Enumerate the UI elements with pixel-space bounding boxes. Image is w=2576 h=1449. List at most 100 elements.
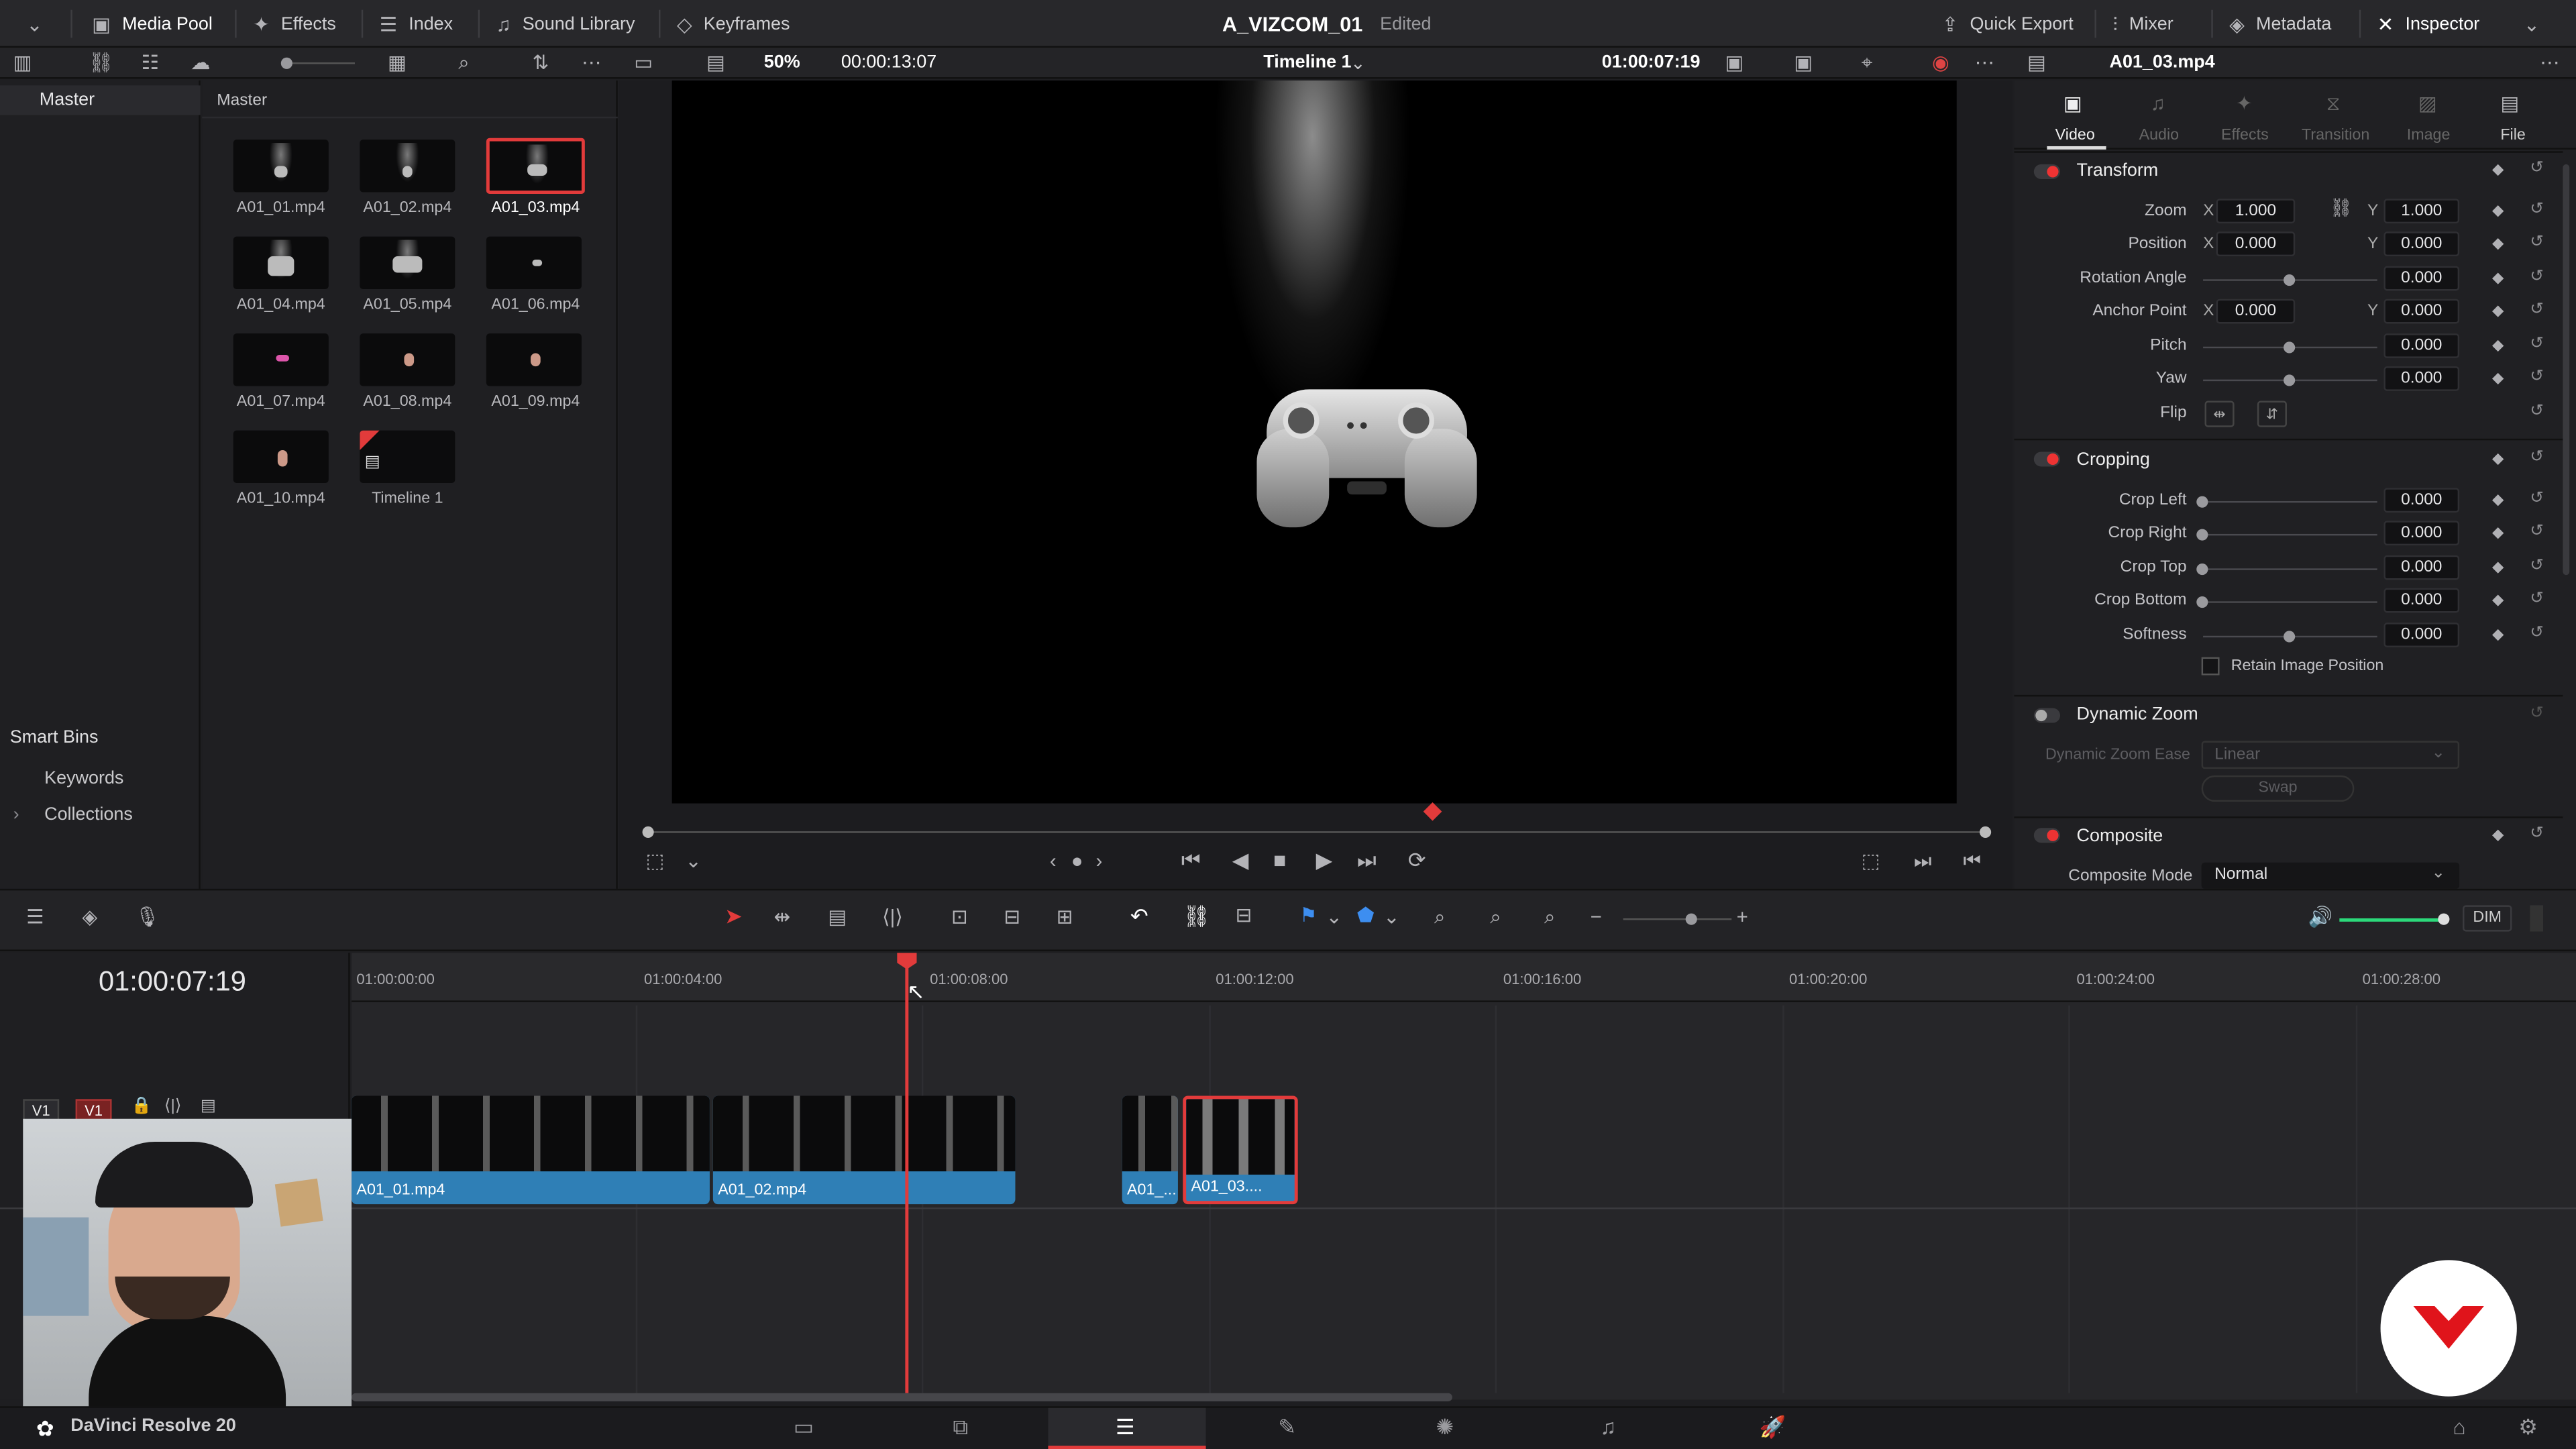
reset-icon[interactable]: ↺ — [2530, 201, 2544, 219]
auto-select-icon[interactable]: ⟨|⟩ — [164, 1098, 181, 1115]
dim-button[interactable]: DIM — [2463, 905, 2512, 932]
zoom-out-icon[interactable]: − — [1591, 907, 1602, 926]
viewer-playhead[interactable] — [1423, 802, 1442, 821]
timeline-playhead[interactable] — [905, 966, 909, 1393]
blade-tool-icon[interactable]: ⟨|⟩ — [882, 907, 903, 926]
viewer-layout-icon[interactable]: ▭ — [634, 52, 653, 72]
fairlight-page-icon[interactable]: ♫ — [1600, 1415, 1616, 1440]
reset-icon[interactable]: ↺ — [2530, 557, 2544, 575]
zoom-detail-icon[interactable]: ⌕ — [1490, 907, 1501, 926]
dual-viewer-icon[interactable]: ▤ — [706, 52, 725, 72]
search-icon[interactable]: ⌕ — [458, 52, 469, 72]
track-tools-icon[interactable]: ◈ — [82, 907, 97, 926]
timeline-clip-selected[interactable]: A01_03.... — [1183, 1095, 1298, 1205]
lock-icon[interactable]: 🔒 — [131, 1098, 152, 1115]
cut-page-icon[interactable]: ⧉ — [953, 1415, 968, 1441]
reset-icon[interactable]: ↺ — [2530, 335, 2544, 354]
play-icon[interactable]: ▶ — [1316, 849, 1332, 871]
overwrite-clip-icon[interactable]: ⊟ — [1004, 907, 1020, 926]
link-icon[interactable]: ⛓ — [89, 52, 113, 72]
position-x-field[interactable]: 0.000 — [2216, 231, 2296, 257]
snapping-icon[interactable]: ↶ — [1130, 905, 1148, 926]
viewer-zoom[interactable]: 50% — [764, 52, 800, 72]
grid-view-icon[interactable]: ▦ — [388, 52, 407, 72]
effects-button[interactable]: ✦ Effects — [253, 0, 336, 48]
rotation-field[interactable]: 0.000 — [2383, 266, 2460, 291]
viewer-canvas[interactable] — [672, 80, 1957, 804]
crop-right-slider[interactable] — [2203, 533, 2377, 536]
captions-icon[interactable]: ☷ — [142, 52, 159, 72]
chevron-down-icon[interactable]: ⌄ — [1383, 907, 1400, 926]
reset-icon[interactable]: ↺ — [2530, 368, 2544, 386]
smart-bin-collections[interactable]: Collections — [44, 805, 133, 824]
track-view-icon[interactable]: ▤ — [201, 1098, 216, 1115]
position-y-field[interactable]: 0.000 — [2383, 231, 2460, 257]
crop-right-field[interactable]: 0.000 — [2383, 521, 2460, 546]
reset-icon[interactable]: ↺ — [2530, 449, 2544, 467]
inspector-button[interactable]: ✕ Inspector — [2377, 0, 2480, 48]
dynamic-trim-icon[interactable]: ▤ — [828, 907, 847, 926]
safe-area-icon[interactable]: ▣ — [1725, 52, 1743, 72]
timeline-clip[interactable]: A01_01.mp4 — [352, 1095, 710, 1205]
crop-bottom-field[interactable]: 0.000 — [2383, 588, 2460, 613]
marker-icon[interactable]: ⬟ — [1357, 905, 1375, 924]
reset-icon[interactable]: ↺ — [2530, 490, 2544, 508]
stop-icon[interactable]: ■ — [1273, 849, 1286, 871]
composite-toggle[interactable] — [2033, 828, 2061, 843]
zoom-full-icon[interactable]: ⌕ — [1434, 907, 1445, 926]
home-icon[interactable]: ⌂ — [2453, 1415, 2465, 1440]
pitch-field[interactable]: 0.000 — [2383, 333, 2460, 358]
timeline-zoom-slider[interactable] — [1623, 918, 1732, 920]
smart-bin-keywords[interactable]: Keywords — [44, 769, 123, 788]
reset-icon[interactable]: ↺ — [2530, 268, 2544, 286]
yaw-field[interactable]: 0.000 — [2383, 366, 2460, 391]
crop-left-field[interactable]: 0.000 — [2383, 488, 2460, 513]
timeline-options-icon[interactable]: ☰ — [26, 907, 44, 926]
flip-horizontal-icon[interactable]: ⇹ — [2204, 400, 2235, 427]
crop-top-field[interactable]: 0.000 — [2383, 555, 2460, 580]
timeline-clip[interactable]: A01_... — [1122, 1095, 1178, 1205]
media-pool-button[interactable]: ▣ Media Pool — [92, 0, 213, 48]
insert-clip-icon[interactable]: ⊡ — [951, 907, 968, 926]
sort-icon[interactable]: ⇅ — [532, 52, 549, 72]
link-icon[interactable]: ⛓ — [2330, 200, 2353, 219]
timeline-selector[interactable]: Timeline 1 — [1263, 52, 1351, 72]
crop-top-slider[interactable] — [2203, 568, 2377, 570]
jog-dot-icon[interactable]: ● — [1071, 851, 1083, 871]
flag-icon[interactable]: ⚑ — [1299, 905, 1317, 924]
reset-icon[interactable]: ↺ — [2530, 301, 2544, 319]
anchor-x-field[interactable]: 0.000 — [2216, 299, 2296, 324]
reset-icon[interactable]: ↺ — [2530, 233, 2544, 252]
flip-vertical-icon[interactable]: ⇵ — [2257, 400, 2287, 427]
volume-slider[interactable] — [2339, 918, 2445, 922]
chevron-down-icon[interactable]: ⌄ — [1326, 907, 1342, 926]
index-button[interactable]: ☰ Index — [380, 0, 453, 48]
chevron-down-icon[interactable]: ⌄ — [1350, 52, 1366, 74]
inspector-more-icon[interactable]: ⋯ — [2540, 52, 2559, 72]
settings-gear-icon[interactable]: ⚙ — [2518, 1415, 2538, 1441]
anchor-y-field[interactable]: 0.000 — [2383, 299, 2460, 324]
panel-toggle-icon[interactable]: ⌄ — [26, 0, 43, 48]
collapse-icon[interactable]: ⌄ — [2524, 0, 2540, 48]
media-page-icon[interactable]: ▭ — [794, 1415, 814, 1441]
swap-button[interactable]: Swap — [2201, 775, 2355, 802]
position-lock-icon[interactable]: ⊟ — [1236, 905, 1252, 924]
linked-selection-icon[interactable]: ⛓ — [1183, 905, 1210, 926]
reset-icon[interactable]: ↺ — [2530, 824, 2544, 843]
softness-field[interactable]: 0.000 — [2383, 623, 2460, 647]
match-frame-icon[interactable]: ⬚ — [1862, 851, 1880, 871]
viewer-scrubber[interactable] — [645, 831, 1986, 833]
more-options-icon[interactable]: ⋯ — [1975, 52, 1994, 72]
dynamic-zoom-toggle[interactable] — [2033, 708, 2061, 723]
chevron-down-icon[interactable]: ⌄ — [685, 851, 702, 871]
loop-icon[interactable]: ⟳ — [1408, 849, 1426, 871]
reset-icon[interactable]: ↺ — [2530, 705, 2544, 723]
more-icon[interactable]: ⋯ — [582, 52, 601, 72]
jog-right-icon[interactable]: › — [1095, 851, 1102, 871]
crop-icon[interactable]: ⬚ — [645, 851, 664, 871]
zoom-custom-icon[interactable]: ⌕ — [1544, 907, 1555, 926]
thumbnail-size-slider[interactable] — [282, 62, 355, 64]
go-to-start-icon[interactable]: ⏮ — [1181, 849, 1201, 871]
crop-left-slider[interactable] — [2203, 500, 2377, 503]
transform-overlay-icon[interactable]: ⌖ — [1862, 52, 1873, 72]
